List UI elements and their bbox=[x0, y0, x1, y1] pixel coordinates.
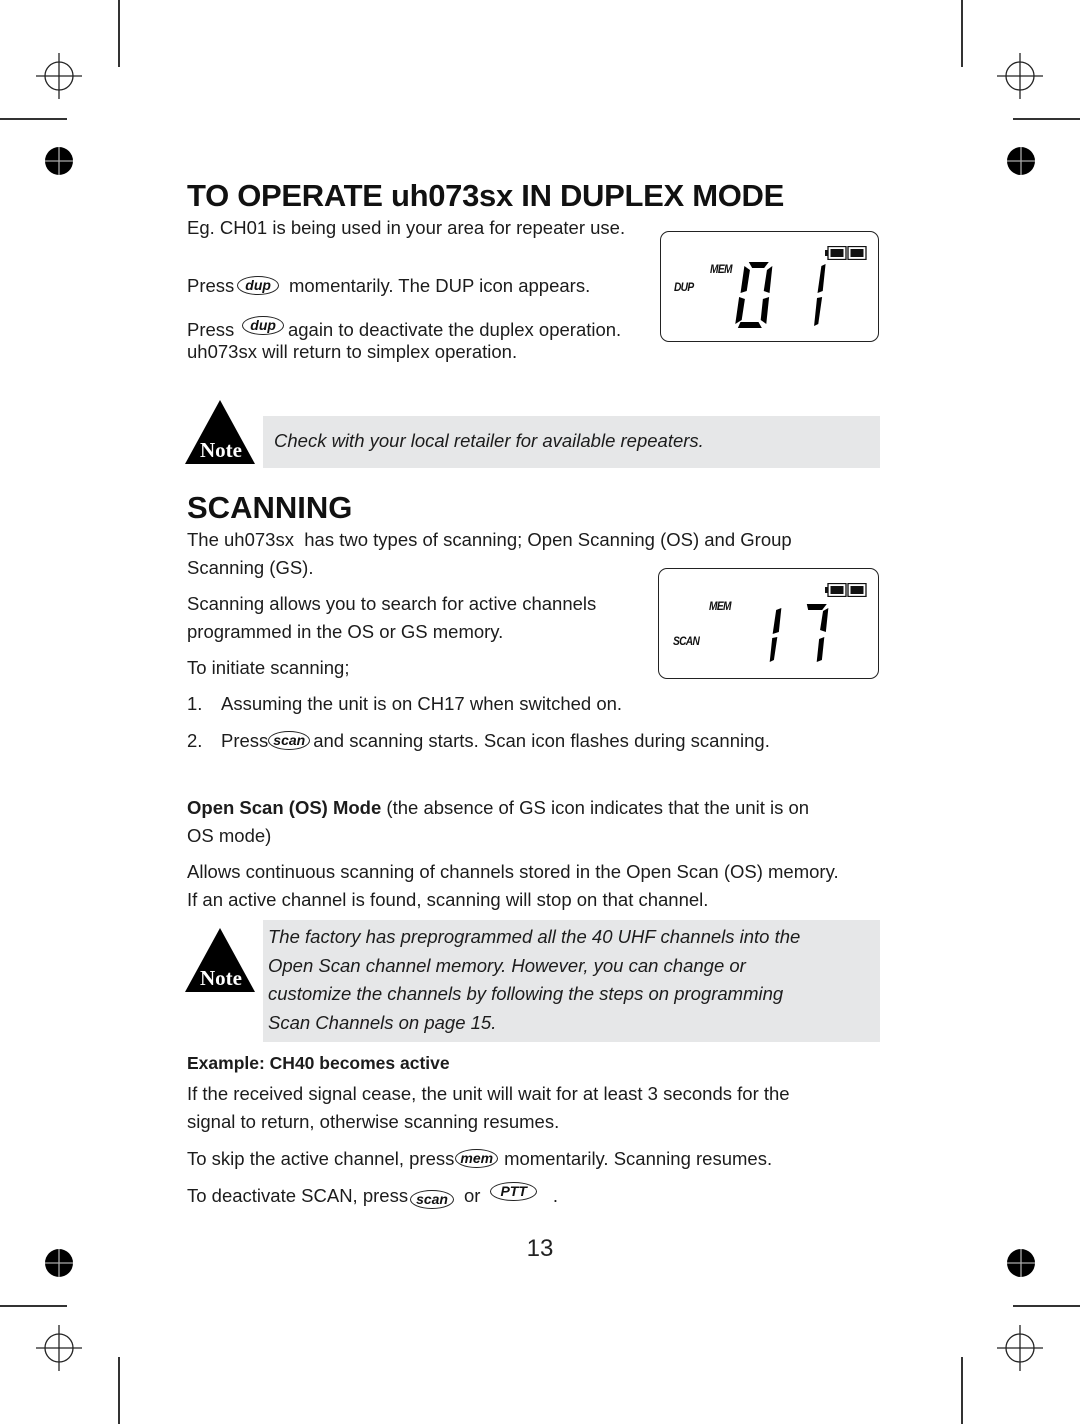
dup-key-icon: dup bbox=[242, 316, 284, 335]
battery-full-icon bbox=[825, 246, 867, 260]
step-number: 1. bbox=[187, 693, 203, 714]
skip-channel-instruction: To skip the active channel, press mem mome… bbox=[187, 1145, 772, 1173]
scanning-initiate: To initiate scanning; bbox=[187, 657, 350, 678]
dup-key-icon: dup bbox=[237, 276, 279, 295]
example-line: If the received signal cease, the unit w… bbox=[187, 1083, 790, 1104]
os-mode-description-cont: OS mode) bbox=[187, 825, 272, 846]
scanning-allows: Scanning allows you to search for active… bbox=[187, 593, 597, 614]
step-prefix: Press bbox=[187, 275, 235, 296]
lcd-channel-digits bbox=[735, 262, 826, 328]
step-prefix: Press bbox=[187, 319, 235, 340]
note-text: Check with your local retailer for avail… bbox=[274, 430, 704, 451]
crop-mark bbox=[961, 1357, 963, 1424]
scan-step-1: 1. Assuming the unit is on CH17 when swit… bbox=[187, 690, 622, 718]
step-suffix: momentarily. The DUP icon appears. bbox=[288, 275, 591, 296]
instruction-prefix: To deactivate SCAN, press bbox=[187, 1185, 409, 1206]
note-box-factory-channels: The factory has preprogrammed all the 40… bbox=[263, 920, 880, 1042]
crop-mark bbox=[0, 1305, 67, 1307]
crop-mark bbox=[1013, 1305, 1080, 1307]
scanning-intro: The uh073sx has two types of scanning; O… bbox=[187, 529, 792, 550]
instruction-or: or bbox=[464, 1185, 481, 1206]
note-icon-label: Note bbox=[200, 966, 242, 990]
lcd-display-duplex: MEM DUP 01 bbox=[660, 231, 879, 342]
os-mode-allows-cont: If an active channel is found, scanning … bbox=[187, 889, 709, 910]
lcd-mem-label: MEM bbox=[709, 599, 731, 613]
lcd-dup-label: DUP bbox=[674, 280, 694, 294]
registration-target-icon bbox=[997, 53, 1043, 99]
scanning-allows-cont: programmed in the OS or GS memory. bbox=[187, 621, 504, 642]
registration-dot-icon bbox=[45, 147, 73, 175]
duplex-simplex-note: uh073sx will return to simplex operation… bbox=[187, 341, 518, 362]
note-line: customize the channels by following the … bbox=[268, 983, 784, 1004]
os-mode-description: (the absence of GS icon indicates that t… bbox=[381, 797, 810, 818]
note-warning-icon: Note bbox=[185, 400, 255, 464]
instruction-prefix: To skip the active channel, press bbox=[187, 1148, 455, 1169]
step-suffix: and scanning starts. Scan icon flashes d… bbox=[313, 730, 770, 751]
note-text: The factory has preprogrammed all the 40… bbox=[268, 923, 800, 1037]
note-line: Scan Channels on page 15. bbox=[268, 1011, 497, 1033]
scanning-section-title: SCANNING bbox=[187, 490, 353, 525]
instruction-end: . bbox=[552, 1185, 559, 1206]
lcd-mem-label: MEM bbox=[710, 262, 732, 276]
step-text: Assuming the unit is on CH17 when switch… bbox=[221, 693, 623, 714]
crop-mark bbox=[961, 0, 963, 67]
ptt-key-icon: PTT bbox=[490, 1182, 537, 1201]
crop-mark bbox=[1013, 118, 1080, 120]
step-suffix: again to deactivate the duplex operation… bbox=[287, 319, 622, 340]
crop-mark bbox=[118, 0, 120, 67]
lcd-scan-label: SCAN bbox=[673, 634, 700, 648]
duplex-step-activate: Press dup momentarily. The DUP icon appear… bbox=[187, 272, 590, 300]
scan-key-icon: scan bbox=[268, 731, 311, 750]
step-prefix: Press bbox=[221, 730, 269, 751]
duplex-intro: Eg. CH01 is being used in your area for … bbox=[187, 217, 626, 238]
step-number: 2. bbox=[187, 730, 203, 751]
lcd-display-scan: MEM SCAN 17 bbox=[658, 568, 879, 679]
note-line: The factory has preprogrammed all the 40… bbox=[268, 926, 801, 947]
example-line-cont: signal to return, otherwise scanning res… bbox=[187, 1111, 560, 1132]
registration-target-icon bbox=[36, 1325, 82, 1371]
example-heading: Example: CH40 becomes active bbox=[187, 1053, 450, 1073]
scanning-intro-cont: Scanning (GS). bbox=[187, 557, 314, 578]
instruction-suffix: momentarily. Scanning resumes. bbox=[504, 1148, 773, 1169]
deactivate-scan-instruction: To deactivate SCAN, press scan or PTT. bbox=[187, 1182, 558, 1210]
mem-key-icon: mem bbox=[455, 1149, 499, 1168]
registration-target-icon bbox=[36, 53, 82, 99]
crop-mark bbox=[0, 118, 67, 120]
battery-full-icon bbox=[825, 583, 867, 597]
crop-mark bbox=[118, 1357, 120, 1424]
os-mode-title: Open Scan (OS) Mode bbox=[187, 797, 382, 818]
note-line: Open Scan channel memory. However, you c… bbox=[268, 954, 746, 976]
registration-target-icon bbox=[997, 1325, 1043, 1371]
note-icon-label: Note bbox=[200, 438, 242, 462]
os-mode-allows: Allows continuous scanning of channels s… bbox=[187, 861, 839, 882]
note-warning-icon: Note bbox=[185, 928, 255, 992]
registration-dot-icon bbox=[1007, 147, 1035, 175]
duplex-section-title: TO OPERATE uh073sx IN DUPLEX MODE bbox=[187, 178, 785, 213]
scan-key-icon: scan bbox=[410, 1190, 454, 1209]
lcd-channel-digits bbox=[769, 604, 829, 662]
note-box-repeaters: Check with your local retailer for avail… bbox=[263, 416, 880, 468]
os-mode-heading: Open Scan (OS) Mode (the absence of GS i… bbox=[187, 794, 809, 822]
scan-step-2: 2. Press scan and scanning starts. Scan ico… bbox=[187, 727, 770, 755]
page-number: 13 bbox=[526, 1235, 554, 1262]
